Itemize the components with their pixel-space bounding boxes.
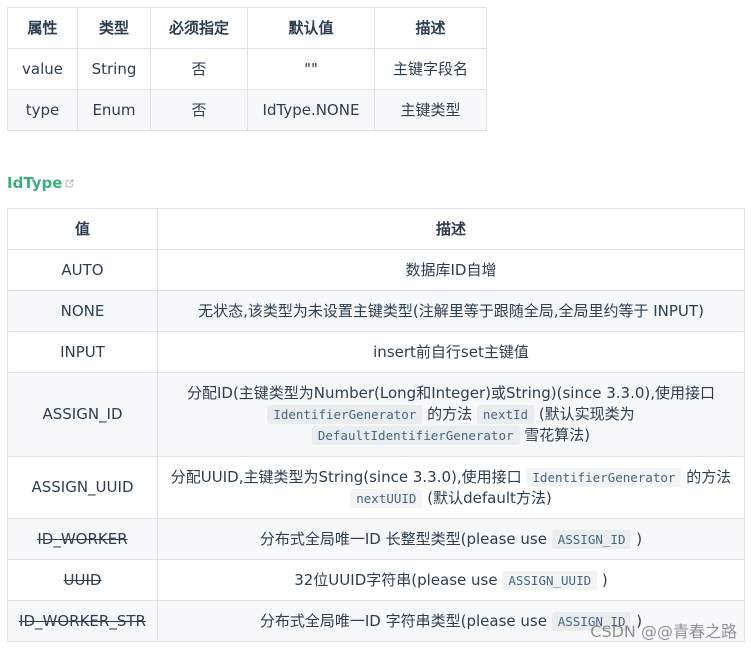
inline-code: nextId: [476, 405, 535, 424]
value-cell: ID_WORKER: [7, 518, 158, 560]
header-cell: 描述: [157, 208, 745, 250]
value-cell: ASSIGN_ID: [7, 372, 158, 457]
desc-cell: insert前自行set主键值: [157, 331, 745, 373]
table-cell: String: [77, 48, 151, 90]
header-cell: 默认值: [247, 7, 375, 49]
desc-text: 分布式全局唯一ID 字符串类型(please use: [259, 611, 547, 630]
table-cell: value: [7, 48, 78, 90]
desc-text: 分配UUID,主键类型为String(since 3.3.0),使用接口: [170, 467, 522, 486]
table-row: ASSIGN_ID 分配ID(主键类型为Number(Long和Integer)…: [7, 372, 745, 457]
table-cell: "": [247, 48, 375, 90]
idtype-heading-text: IdType: [7, 174, 63, 192]
attribute-table: 属性 类型 必须指定 默认值 描述 value String 否 "" 主键字段…: [7, 7, 487, 131]
desc-cell: 分布式全局唯一ID 长整型类型(please use ASSIGN_ID ): [157, 518, 745, 560]
desc-text: 无状态,该类型为未设置主键类型(注解里等于跟随全局,全局里约等于 INPUT): [198, 301, 704, 320]
table-row: NONE 无状态,该类型为未设置主键类型(注解里等于跟随全局,全局里约等于 IN…: [7, 290, 745, 332]
header-cell: 属性: [7, 7, 78, 49]
table-cell: 否: [150, 89, 248, 131]
desc-text: 32位UUID字符串(please use: [294, 570, 498, 589]
inline-code: ASSIGN_ID: [551, 529, 632, 549]
desc-cell: 无状态,该类型为未设置主键类型(注解里等于跟随全局,全局里约等于 INPUT): [157, 290, 745, 332]
table-row: UUID 32位UUID字符串(please use ASSIGN_UUID ): [7, 559, 745, 601]
table-cell: 主键类型: [374, 89, 487, 131]
inline-code: DefaultIdentifierGenerator: [311, 426, 520, 445]
inline-code: ASSIGN_UUID: [502, 570, 598, 590]
desc-cell: 分配UUID,主键类型为String(since 3.3.0),使用接口 Ide…: [157, 456, 745, 519]
value-cell: ID_WORKER_STR: [7, 600, 158, 642]
table-cell: Enum: [77, 89, 151, 131]
desc-text: insert前自行set主键值: [373, 342, 529, 361]
desc-text: 雪花算法): [524, 426, 591, 444]
desc-text: (默认default方法): [427, 488, 552, 507]
value-cell: NONE: [7, 290, 158, 332]
table-cell: IdType.NONE: [247, 89, 375, 131]
header-cell: 描述: [374, 7, 487, 49]
table-row: AUTO 数据库ID自增: [7, 249, 745, 291]
table-row: type Enum 否 IdType.NONE 主键类型: [7, 89, 487, 131]
desc-text: 分布式全局唯一ID 长整型类型(please use: [259, 529, 547, 548]
table-cell: 主键字段名: [374, 48, 487, 90]
table-cell: type: [7, 89, 78, 131]
table-row: value String 否 "" 主键字段名: [7, 48, 487, 90]
inline-code: IdentifierGenerator: [267, 405, 423, 424]
desc-text: 数据库ID自增: [405, 260, 497, 279]
value-cell: UUID: [7, 559, 158, 601]
inline-code: IdentifierGenerator: [526, 467, 682, 487]
desc-text: ): [601, 570, 608, 589]
desc-text: 的方法: [427, 405, 473, 423]
desc-text: 的方法: [686, 467, 732, 486]
desc-cell: 32位UUID字符串(please use ASSIGN_UUID ): [157, 559, 745, 601]
idtype-heading-link[interactable]: IdType: [7, 172, 75, 194]
table-header-row: 值 描述: [7, 208, 745, 250]
desc-cell: 数据库ID自增: [157, 249, 745, 291]
table-header-row: 属性 类型 必须指定 默认值 描述: [7, 7, 487, 49]
value-cell: ASSIGN_UUID: [7, 456, 158, 519]
inline-code: nextUUID: [350, 488, 423, 508]
external-link-icon: [66, 179, 74, 187]
desc-text: ): [636, 529, 643, 548]
table-row: INPUT insert前自行set主键值: [7, 331, 745, 373]
value-cell: INPUT: [7, 331, 158, 373]
csdn-watermark: CSDN @@青春之路: [590, 622, 737, 641]
header-cell: 类型: [77, 7, 151, 49]
table-row: ID_WORKER 分布式全局唯一ID 长整型类型(please use ASS…: [7, 518, 745, 560]
header-cell: 值: [7, 208, 158, 250]
table-row: ASSIGN_UUID 分配UUID,主键类型为String(since 3.3…: [7, 456, 745, 519]
table-cell: 否: [150, 48, 248, 90]
value-cell: AUTO: [7, 249, 158, 291]
desc-text: (默认实现类为: [538, 405, 635, 423]
desc-text: 分配ID(主键类型为Number(Long和Integer)或String)(s…: [186, 384, 716, 402]
desc-cell: 分配ID(主键类型为Number(Long和Integer)或String)(s…: [157, 372, 745, 457]
idtype-table: 值 描述 AUTO 数据库ID自增 NONE 无状态,该类型为未设置主键类型(注…: [7, 208, 745, 642]
header-cell: 必须指定: [150, 7, 248, 49]
